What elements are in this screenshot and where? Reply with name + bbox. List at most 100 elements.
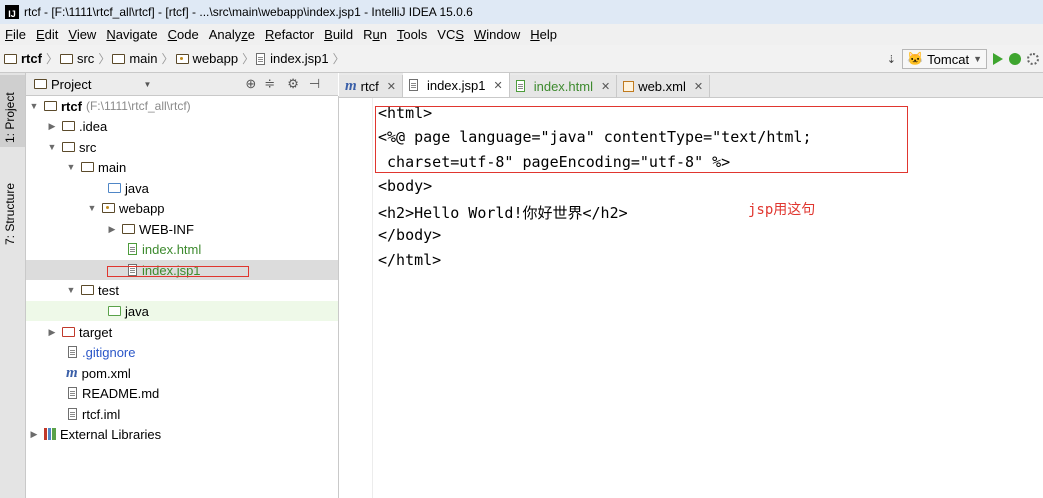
- menu-mnemonic: B: [324, 27, 333, 42]
- menu-item[interactable]: Tools: [392, 27, 432, 42]
- html-file-icon: [515, 80, 525, 92]
- collapsed-arrow-icon[interactable]: ▶: [28, 429, 40, 440]
- crosshair-icon[interactable]: ⊕: [245, 76, 256, 92]
- maven-icon: m: [66, 364, 78, 381]
- menu-mnemonic: E: [35, 27, 45, 42]
- tree-node-external-libraries[interactable]: ▶ External Libraries: [26, 424, 338, 444]
- menu-item[interactable]: Analyze: [204, 27, 260, 42]
- breadcrumb-src[interactable]: src: [77, 51, 94, 66]
- project-tab-label: 1: Project: [3, 92, 17, 143]
- tree-node-iml[interactable]: rtcf.iml: [26, 404, 338, 424]
- collapse-icon[interactable]: ≑: [264, 76, 275, 92]
- menu-item[interactable]: Build: [319, 27, 358, 42]
- collapsed-arrow-icon[interactable]: ▶: [106, 224, 118, 235]
- tree-label: pom.xml: [81, 365, 131, 381]
- menu-item[interactable]: File: [0, 27, 31, 42]
- tree-node-target[interactable]: ▶ target: [26, 322, 338, 342]
- close-icon[interactable]: ✕: [494, 79, 503, 92]
- run-toolbar: ⇣ 🐱 Tomcat ▼: [887, 49, 1039, 69]
- tree-node-idea[interactable]: ▶ .idea: [26, 116, 338, 136]
- tree-label: index.html: [142, 241, 202, 257]
- tree-label: java: [125, 180, 149, 196]
- tree-label: .gitignore: [82, 344, 136, 360]
- folder-icon: [62, 121, 75, 131]
- expanded-arrow-icon[interactable]: ▼: [65, 162, 77, 172]
- tree-node-test-java[interactable]: java: [26, 301, 338, 321]
- menu-item[interactable]: View: [63, 27, 101, 42]
- run-configuration-select[interactable]: 🐱 Tomcat ▼: [901, 49, 987, 69]
- tree-node-java[interactable]: java: [26, 178, 338, 198]
- gear-icon[interactable]: ⚙: [287, 76, 299, 92]
- run-icon[interactable]: [993, 53, 1003, 65]
- tab-label: index.html: [533, 78, 593, 94]
- menu-item[interactable]: Edit: [31, 27, 63, 42]
- tree-label: main: [98, 159, 127, 175]
- close-icon[interactable]: ✕: [387, 80, 396, 93]
- tree-node-gitignore[interactable]: .gitignore: [26, 342, 338, 362]
- tree-label: WEB-INF: [139, 221, 194, 237]
- expanded-arrow-icon[interactable]: ▼: [86, 203, 98, 213]
- intellij-app-icon: IJ: [5, 5, 19, 19]
- tab-index-jsp1[interactable]: index.jsp1 ✕: [402, 73, 510, 97]
- project-view-select[interactable]: Project: [51, 77, 91, 92]
- tab-web-xml[interactable]: web.xml ✕: [617, 75, 711, 97]
- debug-icon[interactable]: [1009, 53, 1021, 65]
- menu-label-part: ile: [12, 27, 26, 42]
- hide-icon[interactable]: ⊣: [309, 76, 320, 92]
- tree-label: rtcf: [61, 98, 82, 114]
- close-icon[interactable]: ✕: [601, 80, 610, 93]
- breadcrumb-webapp[interactable]: webapp: [193, 51, 239, 66]
- menu-item[interactable]: VCS: [432, 27, 469, 42]
- menu-item[interactable]: Help: [525, 27, 562, 42]
- tree-node-webapp[interactable]: ▼ webapp: [26, 198, 338, 218]
- file-icon: [408, 79, 418, 91]
- tab-index-html[interactable]: index.html ✕: [509, 75, 618, 97]
- folder-icon: [112, 53, 126, 64]
- tree-label: src: [79, 139, 97, 155]
- tree-node-test[interactable]: ▼ test: [26, 280, 338, 300]
- tree-node-rtcf[interactable]: ▼ rtcf (F:\1111\rtcf_all\rtcf): [26, 96, 338, 116]
- menu-label-part: dit: [44, 27, 59, 42]
- menu-item[interactable]: Run: [358, 27, 392, 42]
- code-line: </body>: [378, 226, 442, 244]
- menu-label-part: uild: [332, 27, 354, 42]
- menu-mnemonic: W: [474, 27, 487, 42]
- tree-node-src[interactable]: ▼ src: [26, 137, 338, 157]
- code-line: </html>: [378, 251, 442, 269]
- sort-icon[interactable]: ⇣: [887, 53, 896, 66]
- menu-mnemonic: V: [68, 27, 77, 42]
- structure-tool-label[interactable]: 7: Structure: [3, 183, 17, 245]
- folder-icon: [81, 285, 94, 295]
- tree-node-main[interactable]: ▼ main: [26, 157, 338, 177]
- close-icon[interactable]: ✕: [694, 80, 703, 93]
- tab-rtcf[interactable]: m rtcf ✕: [339, 75, 403, 97]
- menu-item[interactable]: Refactor: [260, 27, 319, 42]
- menu-item[interactable]: Code: [163, 27, 204, 42]
- menu-item[interactable]: Navigate: [101, 27, 162, 42]
- collapsed-arrow-icon[interactable]: ▶: [46, 121, 58, 132]
- library-icon: [44, 428, 56, 440]
- project-tool-label[interactable]: 1: Project: [3, 92, 17, 143]
- highlight-box-directive: [375, 106, 908, 173]
- tree-node-web-inf[interactable]: ▶ WEB-INF: [26, 219, 338, 239]
- tree-node-pom[interactable]: m pom.xml: [26, 363, 338, 383]
- project-panel-header: Project ▼ ⊕ ≑ ⚙ ⊣: [26, 73, 338, 96]
- breadcrumb-index-jsp1[interactable]: index.jsp1: [270, 51, 329, 66]
- breadcrumb-rtcf[interactable]: rtcf: [21, 51, 42, 66]
- menu-item[interactable]: Window: [469, 27, 525, 42]
- coverage-icon[interactable]: [1027, 53, 1039, 65]
- tree-node-index-html[interactable]: index.html: [26, 239, 338, 259]
- menu-label-part: VC: [437, 27, 456, 42]
- menu-mnemonic: N: [106, 27, 116, 42]
- breadcrumb-main[interactable]: main: [129, 51, 157, 66]
- expanded-arrow-icon[interactable]: ▼: [28, 101, 40, 111]
- expanded-arrow-icon[interactable]: ▼: [65, 285, 77, 295]
- tomcat-icon: 🐱: [906, 51, 924, 66]
- collapsed-arrow-icon[interactable]: ▶: [46, 327, 58, 338]
- excluded-folder-icon: [62, 327, 75, 337]
- title-bar: IJ rtcf - [F:\1111\rtcf_all\rtcf] - [rtc…: [0, 0, 1043, 24]
- chevron-down-icon[interactable]: ▼: [143, 80, 151, 89]
- expanded-arrow-icon[interactable]: ▼: [46, 142, 58, 152]
- folder-icon: [81, 162, 94, 172]
- tree-node-readme[interactable]: README.md: [26, 383, 338, 403]
